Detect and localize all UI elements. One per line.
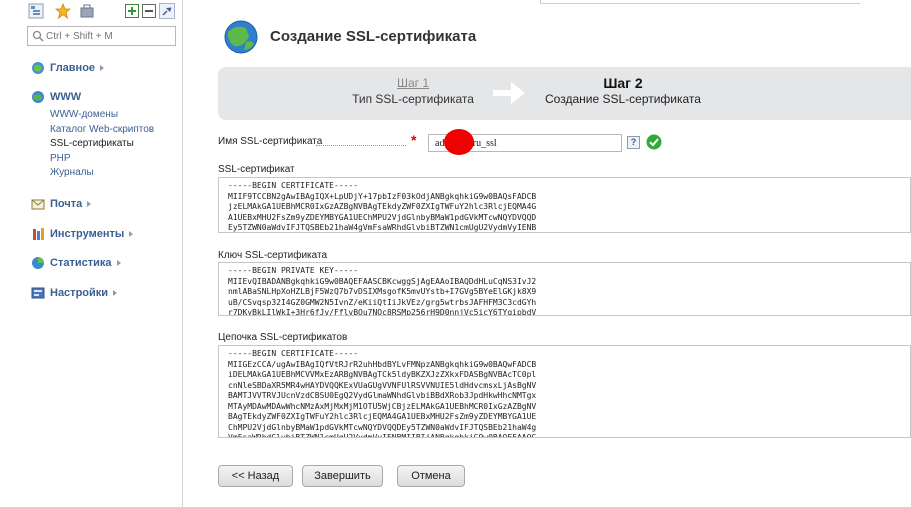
pin-icon[interactable]	[159, 3, 175, 19]
tree-view-icon[interactable]	[28, 3, 44, 19]
www-submenu: WWW-домены Каталог Web-скриптов SSL-серт…	[50, 108, 154, 181]
certificate-text: -----BEGIN CERTIFICATE----- MIIF9TCCBN2g…	[228, 181, 537, 232]
nav-group-settings[interactable]: Настройки	[31, 285, 118, 301]
favorites-star-icon[interactable]	[55, 3, 71, 19]
chevron-right-icon	[113, 290, 118, 296]
sidebar-item-php[interactable]: PHP	[50, 152, 154, 167]
page-title: Создание SSL-сертификата	[270, 28, 477, 45]
sidebar-item-web-scripts[interactable]: Каталог Web-скриптов	[50, 123, 154, 138]
chevron-right-icon	[116, 260, 121, 266]
mail-icon	[31, 199, 45, 210]
sidebar-item-logs[interactable]: Журналы	[50, 166, 154, 181]
statistics-icon	[32, 257, 44, 269]
wizard-steps: Шаг 1 Тип SSL-сертификата Шаг 2 Создание…	[218, 67, 911, 120]
cancel-button[interactable]: Отмена	[397, 465, 465, 487]
step-1-title[interactable]: Шаг 1	[338, 76, 488, 90]
sidebar-search	[27, 26, 176, 46]
nav-group-label: Почта	[50, 198, 83, 210]
required-marker: *	[411, 132, 417, 148]
top-bar	[540, 0, 860, 4]
chain-label: Цепочка SSL-сертификатов	[218, 332, 348, 343]
nav-group-label: WWW	[50, 91, 82, 103]
private-key-textarea[interactable]: -----BEGIN PRIVATE KEY----- MIIEvQIBADAN…	[218, 262, 911, 316]
chevron-right-icon	[129, 231, 134, 237]
nav-group-label: Настройки	[50, 287, 109, 299]
private-key-text: -----BEGIN PRIVATE KEY----- MIIEvQIBADAN…	[228, 266, 537, 316]
sidebar-item-www-domains[interactable]: WWW-домены	[50, 108, 154, 123]
step-2-title: Шаг 2	[603, 75, 643, 91]
nav-group-www[interactable]: WWW WWW-домены Каталог Web-скриптов SSL-…	[31, 89, 154, 181]
step-1-subtitle: Тип SSL-сертификата	[352, 92, 474, 106]
main-content: Создание SSL-сертификата Шаг 1 Тип SSL-с…	[184, 0, 911, 507]
www-globe-icon	[224, 20, 258, 54]
step-2-subtitle: Создание SSL-сертификата	[545, 92, 701, 106]
nav-group-mail[interactable]: Почта	[31, 196, 92, 212]
search-icon	[32, 30, 44, 42]
wizard-step-1[interactable]: Шаг 1 Тип SSL-сертификата	[338, 76, 488, 106]
sidebar-item-ssl-certificates[interactable]: SSL-сертификаты	[50, 137, 154, 152]
nav-group-tools[interactable]: Инструменты	[31, 226, 134, 242]
nav-group-label: Инструменты	[50, 228, 125, 240]
chevron-right-icon	[100, 65, 105, 71]
home-globe-icon	[32, 62, 44, 74]
nav-group-main[interactable]: Главное	[31, 60, 105, 76]
certificate-textarea[interactable]: -----BEGIN CERTIFICATE----- MIIF9TCCBN2g…	[218, 177, 911, 233]
nav-group-label: Статистика	[50, 257, 112, 269]
nav-group-stats[interactable]: Статистика	[31, 255, 121, 271]
wizard-step-2: Шаг 2 Создание SSL-сертификата	[538, 75, 708, 106]
chevron-right-icon	[87, 201, 92, 207]
nav-group-label: Главное	[50, 62, 96, 74]
private-key-label: Ключ SSL-сертификата	[218, 250, 328, 261]
back-button[interactable]: << Назад	[218, 465, 293, 487]
chain-text: -----BEGIN CERTIFICATE----- MIIGEzCCA/ug…	[228, 349, 537, 438]
certificate-name-label: Имя SSL-сертификата	[218, 136, 323, 147]
briefcase-icon[interactable]	[79, 3, 95, 19]
arrow-right-icon	[493, 82, 525, 104]
app-window: Главное WWW WWW-домены Каталог Web-скрип…	[0, 0, 911, 507]
label-leader-dots	[316, 145, 406, 146]
search-input[interactable]	[46, 28, 172, 44]
redaction-blot	[444, 129, 474, 155]
valid-check-icon	[646, 134, 662, 150]
help-icon[interactable]: ?	[627, 136, 640, 149]
www-globe-icon	[32, 91, 44, 103]
certificate-label: SSL-сертификат	[218, 164, 295, 175]
sidebar: Главное WWW WWW-домены Каталог Web-скрип…	[0, 0, 183, 507]
collapse-all-icon[interactable]	[141, 3, 157, 19]
tools-icon	[33, 228, 44, 240]
expand-all-icon[interactable]	[124, 3, 140, 19]
certificate-name-row: Имя SSL-сертификата * ?	[218, 129, 678, 155]
settings-icon	[31, 287, 45, 299]
chain-textarea[interactable]: -----BEGIN CERTIFICATE----- MIIGEzCCA/ug…	[218, 345, 911, 438]
finish-button[interactable]: Завершить	[302, 465, 383, 487]
